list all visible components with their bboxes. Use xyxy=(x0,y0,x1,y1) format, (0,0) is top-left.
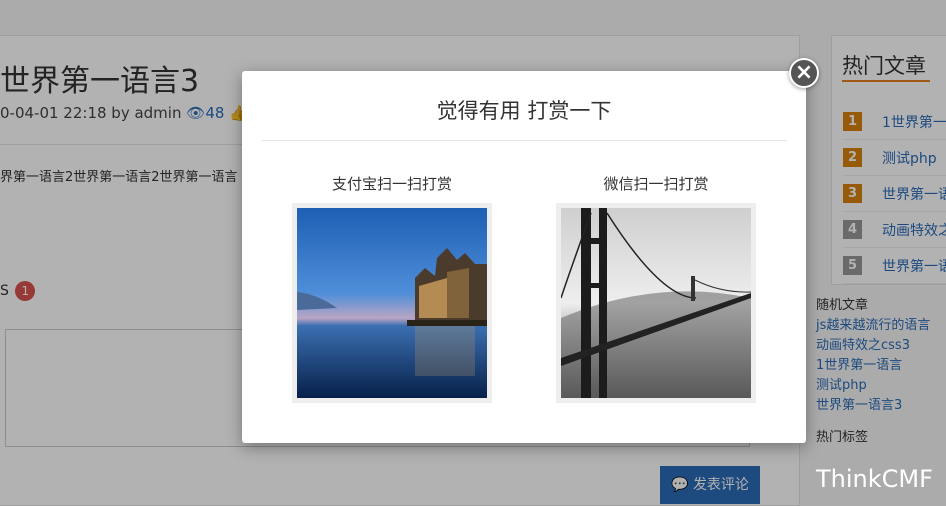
alipay-reward: 支付宝扫一扫打赏 xyxy=(292,173,492,403)
wechat-label: 微信扫一扫打赏 xyxy=(603,175,709,193)
wechat-reward: 微信扫一扫打赏 xyxy=(556,173,756,403)
modal-divider xyxy=(262,140,787,141)
alipay-label: 支付宝扫一扫打赏 xyxy=(331,175,452,193)
alipay-qr-image xyxy=(297,208,487,398)
wechat-qr-frame xyxy=(556,203,756,403)
modal-title: 觉得有用 打赏一下 xyxy=(436,99,612,123)
modal-close-button[interactable]: × xyxy=(789,58,819,88)
alipay-qr-frame xyxy=(292,203,492,403)
reward-modal: 觉得有用 打赏一下 支付宝扫一扫打赏 微信扫一扫打赏 xyxy=(242,71,806,443)
thinkcmf-watermark: ThinkCMF xyxy=(816,465,933,493)
close-icon: × xyxy=(794,60,814,85)
wechat-qr-image xyxy=(561,208,751,398)
